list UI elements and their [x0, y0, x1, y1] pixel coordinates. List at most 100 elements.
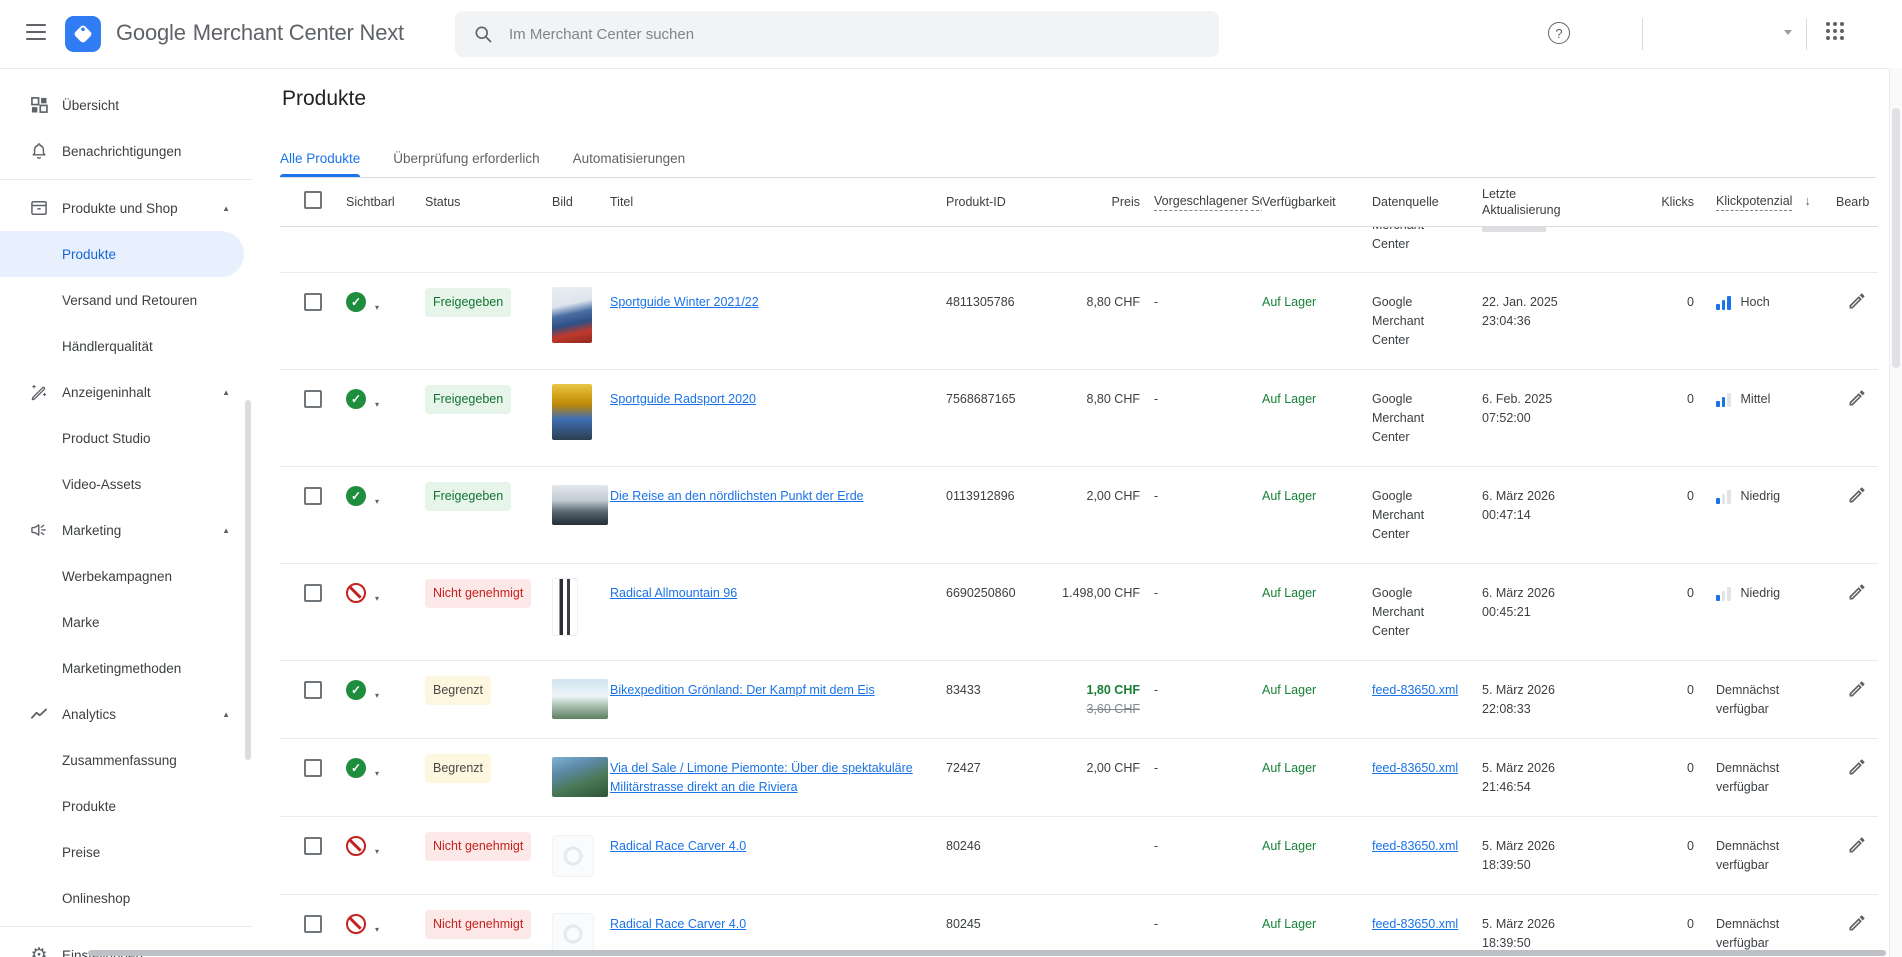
- vertical-scrollbar-thumb[interactable]: [1892, 108, 1900, 368]
- column-header-klicks: Klicks: [1652, 194, 1694, 210]
- product-id: 80245: [946, 915, 1040, 934]
- megaphone-icon: [28, 519, 50, 541]
- price: 1.498,00 CHF: [1062, 586, 1140, 600]
- product-id: 7568687165: [946, 390, 1040, 409]
- last-update: 6. Feb. 2025 07:52:00: [1482, 390, 1652, 428]
- pencil-icon: [1847, 757, 1867, 777]
- row-checkbox[interactable]: [304, 681, 322, 699]
- feed-link[interactable]: feed-83650.xml: [1372, 683, 1458, 697]
- sidebar-section-marketing[interactable]: Marketing ▲: [0, 507, 252, 553]
- sidebar-item-preise[interactable]: Preise: [0, 829, 252, 875]
- column-header-klickpotenzial[interactable]: Klickpotenzial ↓: [1694, 193, 1836, 211]
- sidebar-item-werbekampagnen[interactable]: Werbekampagnen: [0, 553, 252, 599]
- last-update: 22. Jan. 2025 23:04:36: [1482, 293, 1652, 331]
- sidebar-item-product-studio[interactable]: Product Studio: [0, 415, 252, 461]
- pencil-icon: [1847, 291, 1867, 311]
- column-header-preis: Preis: [1040, 194, 1140, 210]
- tab-alle-produkte[interactable]: Alle Produkte: [280, 140, 360, 177]
- active-tab-underline: [280, 174, 360, 177]
- sidebar-item-benachrichtigungen[interactable]: Benachrichtigungen: [0, 128, 252, 174]
- edit-button[interactable]: [1847, 388, 1867, 411]
- visibility-status-icon: [346, 292, 366, 312]
- vertical-scrollbar[interactable]: [1889, 68, 1902, 957]
- sidebar-item-marketingmethoden[interactable]: Marketingmethoden: [0, 645, 252, 691]
- feed-link[interactable]: feed-83650.xml: [1372, 761, 1458, 775]
- visibility-dropdown[interactable]: ▾: [346, 837, 425, 861]
- sidebar-section-analytics[interactable]: Analytics ▲: [0, 691, 252, 737]
- edit-button[interactable]: [1847, 291, 1867, 314]
- tab-ueberpruefung-erforderlich[interactable]: Überprüfung erforderlich: [393, 140, 539, 177]
- sidebar-item-produkte-analytics[interactable]: Produkte: [0, 783, 252, 829]
- visibility-dropdown[interactable]: ▾: [346, 390, 425, 414]
- price-cell: 8,80 CHF: [1040, 293, 1140, 312]
- visibility-dropdown[interactable]: ▾: [346, 681, 425, 705]
- sale-price: 1,80 CHF: [1087, 683, 1141, 697]
- visibility-dropdown[interactable]: ▾: [346, 584, 425, 608]
- visibility-dropdown[interactable]: ▾: [346, 759, 425, 783]
- sidebar-item-uebersicht[interactable]: Übersicht: [0, 82, 252, 128]
- row-checkbox[interactable]: [304, 487, 322, 505]
- product-title-link[interactable]: Radical Race Carver 4.0: [610, 839, 746, 853]
- sidebar-item-video-assets[interactable]: Video-Assets: [0, 461, 252, 507]
- feed-link[interactable]: feed-83650.xml: [1372, 917, 1458, 931]
- menu-icon[interactable]: [26, 24, 46, 40]
- clicks: 0: [1652, 293, 1694, 312]
- edit-button[interactable]: [1847, 913, 1867, 936]
- status-badge: Freigegeben: [425, 482, 511, 511]
- pencil-icon: [1847, 485, 1867, 505]
- row-checkbox[interactable]: [304, 584, 322, 602]
- product-title-link[interactable]: Radical Allmountain 96: [610, 586, 737, 600]
- product-title-link[interactable]: Die Reise an den nördlichsten Punkt der …: [610, 489, 864, 503]
- chevron-up-icon: ▲: [222, 204, 230, 213]
- apps-grid-icon[interactable]: [1826, 22, 1844, 40]
- visibility-dropdown[interactable]: ▾: [346, 915, 425, 939]
- edit-button[interactable]: [1847, 757, 1867, 780]
- last-update: 5. März 2026 18:39:50: [1482, 915, 1652, 953]
- row-checkbox[interactable]: [304, 915, 322, 933]
- visibility-dropdown[interactable]: ▾: [346, 293, 425, 317]
- account-chevron-down-icon[interactable]: [1784, 30, 1792, 35]
- search-input[interactable]: [507, 25, 1201, 44]
- product-title-link[interactable]: Via del Sale / Limone Piemonte: Über die…: [610, 761, 913, 794]
- search-bar[interactable]: [455, 11, 1219, 57]
- sidebar-item-onlineshop[interactable]: Onlineshop: [0, 875, 252, 921]
- row-checkbox[interactable]: [304, 390, 322, 408]
- table-row: ▾ Freigegeben Sportguide Winter 2021/22 …: [280, 273, 1878, 370]
- sidebar-item-versand-und-retouren[interactable]: Versand und Retouren: [0, 277, 252, 323]
- sidebar-section-produkte-und-shop[interactable]: Produkte und Shop ▲: [0, 185, 252, 231]
- sidebar-item-marke[interactable]: Marke: [0, 599, 252, 645]
- product-title-link[interactable]: Radical Race Carver 4.0: [610, 917, 746, 931]
- table-header: Sichtbarl Status Bild Titel Produkt-ID P…: [280, 178, 1878, 227]
- edit-button[interactable]: [1847, 835, 1867, 858]
- product-title-link[interactable]: Sportguide Radsport 2020: [610, 392, 756, 406]
- clicks: 0: [1652, 487, 1694, 506]
- help-icon[interactable]: ?: [1548, 22, 1570, 44]
- visibility-dropdown[interactable]: ▾: [346, 487, 425, 511]
- edit-button[interactable]: [1847, 679, 1867, 702]
- row-checkbox[interactable]: [304, 837, 322, 855]
- sidebar-item-produkte[interactable]: Produkte: [0, 231, 244, 277]
- bell-icon: [28, 140, 50, 162]
- row-checkbox[interactable]: [304, 293, 322, 311]
- availability: Auf Lager: [1262, 683, 1316, 697]
- product-title-link[interactable]: Sportguide Winter 2021/22: [610, 295, 759, 309]
- product-title-link[interactable]: Bikexpedition Grönland: Der Kampf mit de…: [610, 683, 875, 697]
- row-checkbox[interactable]: [304, 759, 322, 777]
- product-image: [552, 578, 578, 636]
- sidebar-item-haendlerqualitaet[interactable]: Händlerqualität: [0, 323, 252, 369]
- feed-link[interactable]: feed-83650.xml: [1372, 839, 1458, 853]
- sidebar-item-zusammenfassung[interactable]: Zusammenfassung: [0, 737, 252, 783]
- table-row-partial: Google Merchant Center: [280, 227, 1878, 273]
- brand-google: Google: [116, 20, 186, 45]
- sidebar-scrollbar[interactable]: [245, 400, 251, 760]
- table-row: ▾ Begrenzt Bikexpedition Grönland: Der K…: [280, 661, 1878, 739]
- edit-button[interactable]: [1847, 485, 1867, 508]
- price-cell: 1,80 CHF 3,60 CHF: [1040, 681, 1140, 719]
- horizontal-scrollbar[interactable]: [88, 950, 1886, 956]
- sidebar-section-anzeigeninhalt[interactable]: Anzeigeninhalt ▲: [0, 369, 252, 415]
- tab-automatisierungen[interactable]: Automatisierungen: [573, 140, 686, 177]
- edit-button[interactable]: [1847, 582, 1867, 605]
- price-cell: 1.498,00 CHF: [1040, 584, 1140, 603]
- select-all-checkbox[interactable]: [304, 191, 322, 209]
- availability: Auf Lager: [1262, 392, 1316, 406]
